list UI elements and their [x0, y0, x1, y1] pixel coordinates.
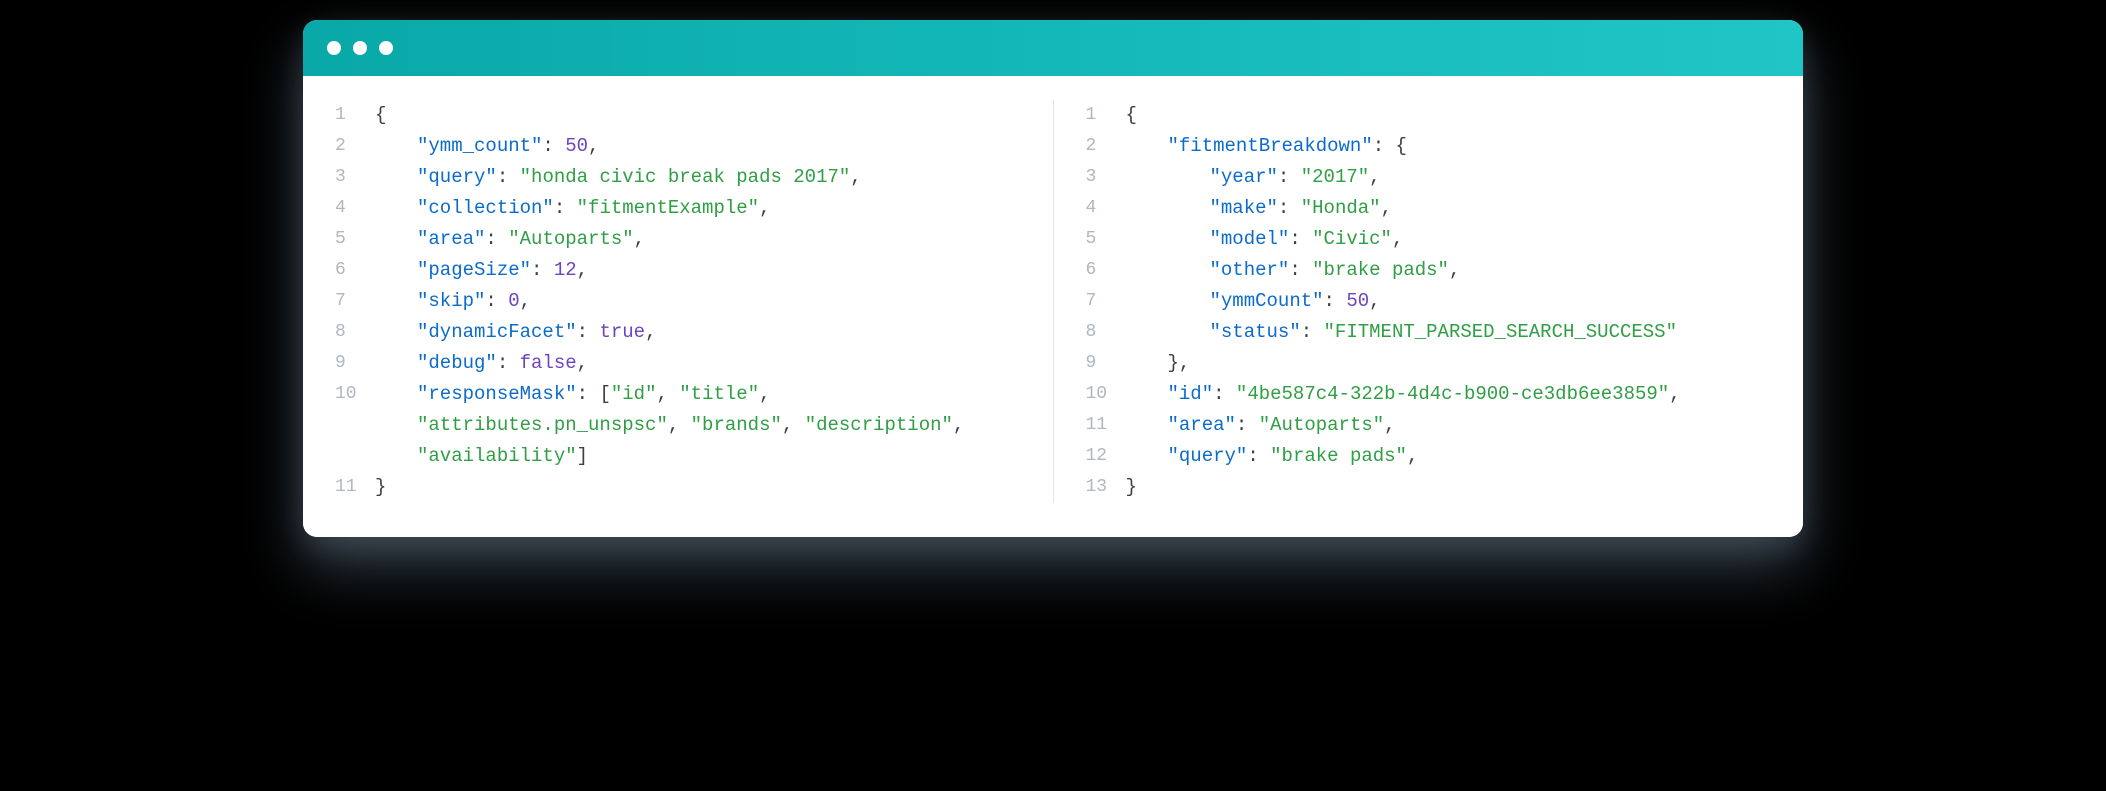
- code-line: 9 "debug": false,: [331, 348, 1025, 379]
- code-line: 2 "ymm_count": 50,: [331, 131, 1025, 162]
- line-number: 8: [1082, 317, 1126, 348]
- right-code-pane: 1{2 "fitmentBreakdown": { 3 "year": "2017",…: [1054, 100, 1804, 503]
- code-content[interactable]: "responseMask": ["id", "title", "attribu…: [417, 379, 1025, 472]
- line-number: 11: [1082, 410, 1126, 441]
- code-content[interactable]: "model": "Civic",: [1210, 224, 1776, 255]
- code-line: 13}: [1082, 472, 1776, 503]
- code-line: 5 "area": "Autoparts",: [331, 224, 1025, 255]
- code-content[interactable]: "fitmentBreakdown": {: [1168, 131, 1776, 162]
- line-number: 13: [1082, 472, 1126, 503]
- code-content[interactable]: "query": "honda civic break pads 2017",: [417, 162, 1025, 193]
- line-number: 1: [1082, 100, 1126, 131]
- code-content[interactable]: "status": "FITMENT_PARSED_SEARCH_SUCCESS…: [1210, 317, 1776, 348]
- line-number: 11: [331, 472, 375, 503]
- line-number: 10: [331, 379, 375, 410]
- code-content[interactable]: "id": "4be587c4-322b-4d4c-b900-ce3db6ee3…: [1168, 379, 1776, 410]
- close-icon[interactable]: [327, 41, 341, 55]
- code-line: 9},: [1082, 348, 1776, 379]
- code-line: 4 "collection": "fitmentExample",: [331, 193, 1025, 224]
- code-line: 10 "responseMask": ["id", "title", "attri…: [331, 379, 1025, 472]
- line-number: 8: [331, 317, 375, 348]
- code-content[interactable]: "pageSize": 12,: [417, 255, 1025, 286]
- code-content[interactable]: {: [1126, 100, 1776, 131]
- line-number: 2: [331, 131, 375, 162]
- code-line: 1{: [1082, 100, 1776, 131]
- code-content[interactable]: }: [1126, 472, 1776, 503]
- line-number: 3: [331, 162, 375, 193]
- minimize-icon[interactable]: [353, 41, 367, 55]
- code-line: 5 "model": "Civic",: [1082, 224, 1776, 255]
- code-line: 3 "year": "2017",: [1082, 162, 1776, 193]
- code-line: 12 "query": "brake pads",: [1082, 441, 1776, 472]
- code-line: 8 "dynamicFacet": true,: [331, 317, 1025, 348]
- code-content[interactable]: "query": "brake pads",: [1168, 441, 1776, 472]
- line-number: 6: [331, 255, 375, 286]
- line-number: 3: [1082, 162, 1126, 193]
- code-content[interactable]: "other": "brake pads",: [1210, 255, 1776, 286]
- code-content[interactable]: "skip": 0,: [417, 286, 1025, 317]
- line-number: 7: [1082, 286, 1126, 317]
- line-number: 1: [331, 100, 375, 131]
- code-content[interactable]: "ymmCount": 50,: [1210, 286, 1776, 317]
- code-line: 7 "skip": 0,: [331, 286, 1025, 317]
- line-number: 10: [1082, 379, 1126, 410]
- code-line: 4 "make": "Honda",: [1082, 193, 1776, 224]
- left-code-pane: 1{2 "ymm_count": 50, 3 "query": "honda civi…: [303, 100, 1054, 503]
- window-titlebar: [303, 20, 1803, 76]
- code-line: 11 "area": "Autoparts",: [1082, 410, 1776, 441]
- line-number: 5: [331, 224, 375, 255]
- code-line: 11}: [331, 472, 1025, 503]
- line-number: 9: [331, 348, 375, 379]
- line-number: 9: [1082, 348, 1126, 379]
- code-line: 6 "other": "brake pads",: [1082, 255, 1776, 286]
- line-number: 4: [1082, 193, 1126, 224]
- code-content[interactable]: }: [375, 472, 1025, 503]
- code-content[interactable]: "year": "2017",: [1210, 162, 1776, 193]
- code-line: 1{: [331, 100, 1025, 131]
- code-line: 10 "id": "4be587c4-322b-4d4c-b900-ce3db6e…: [1082, 379, 1776, 410]
- code-content[interactable]: "area": "Autoparts",: [1168, 410, 1776, 441]
- code-window: 1{2"ymm_count": 50,3"query": "honda civi…: [303, 20, 1803, 537]
- code-content[interactable]: "ymm_count": 50,: [417, 131, 1025, 162]
- code-line: 7 "ymmCount": 50,: [1082, 286, 1776, 317]
- code-line: 3 "query": "honda civic break pads 2017",: [331, 162, 1025, 193]
- code-content[interactable]: },: [1168, 348, 1776, 379]
- code-content[interactable]: {: [375, 100, 1025, 131]
- line-number: 12: [1082, 441, 1126, 472]
- code-line: 2 "fitmentBreakdown": {: [1082, 131, 1776, 162]
- code-content[interactable]: "collection": "fitmentExample",: [417, 193, 1025, 224]
- maximize-icon[interactable]: [379, 41, 393, 55]
- line-number: 6: [1082, 255, 1126, 286]
- line-number: 7: [331, 286, 375, 317]
- code-content[interactable]: "area": "Autoparts",: [417, 224, 1025, 255]
- code-content[interactable]: "debug": false,: [417, 348, 1025, 379]
- code-line: 6 "pageSize": 12,: [331, 255, 1025, 286]
- line-number: 2: [1082, 131, 1126, 162]
- code-line: 8 "status": "FITMENT_PARSED_SEARCH_SUCCES…: [1082, 317, 1776, 348]
- code-content[interactable]: "make": "Honda",: [1210, 193, 1776, 224]
- split-panes: 1{2"ymm_count": 50,3"query": "honda civi…: [303, 76, 1803, 537]
- code-content[interactable]: "dynamicFacet": true,: [417, 317, 1025, 348]
- line-number: 5: [1082, 224, 1126, 255]
- line-number: 4: [331, 193, 375, 224]
